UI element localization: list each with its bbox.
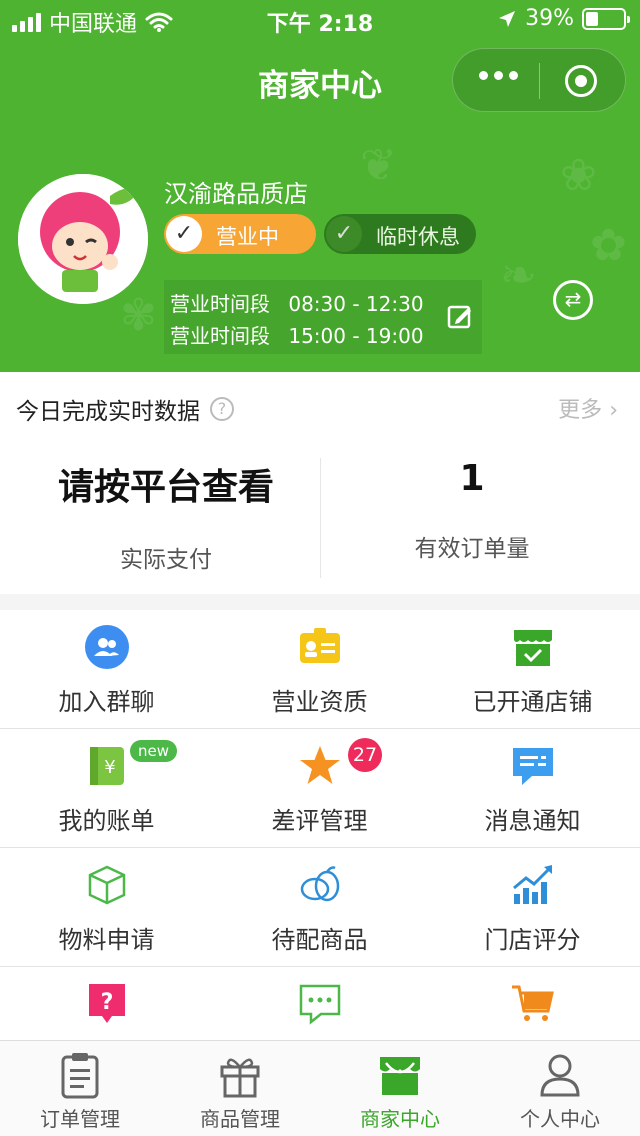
new-badge: new bbox=[130, 740, 178, 762]
more-label: 更多 bbox=[558, 398, 603, 423]
status-rest-label: 临时休息 bbox=[376, 225, 460, 249]
grid-item-bill[interactable]: ¥ 我的账单 bbox=[0, 729, 213, 847]
tab-label: 订单管理 bbox=[40, 1107, 120, 1131]
store-icon bbox=[514, 630, 552, 666]
status-open-label: 营业中 bbox=[216, 225, 279, 249]
tab-bar: 订单管理 商品管理 商家中心 个人中心 bbox=[0, 1040, 640, 1136]
svg-text:?: ? bbox=[101, 990, 114, 1015]
stat-value: 1 bbox=[459, 458, 485, 499]
hours-label: 营业时间段 bbox=[170, 292, 270, 316]
grid-item-label: 门店评分 bbox=[484, 926, 581, 954]
grid-item-group-chat[interactable]: 加入群聊 bbox=[0, 610, 213, 728]
help-icon[interactable]: ? bbox=[210, 397, 234, 421]
chevron-right-icon: › bbox=[609, 398, 618, 423]
grid-item-label: 营业资质 bbox=[271, 688, 368, 716]
grid-item-notifications[interactable]: 消息通知 bbox=[426, 729, 639, 847]
tab-products[interactable]: 商品管理 bbox=[160, 1041, 320, 1136]
star-icon bbox=[300, 746, 340, 784]
location-arrow-icon bbox=[499, 10, 516, 27]
check-icon: ✓ bbox=[326, 216, 362, 252]
box-icon bbox=[88, 865, 126, 905]
decor-leaf-icon: ❦ bbox=[360, 140, 397, 191]
store-name: 汉渝路品质店 bbox=[164, 180, 308, 208]
edit-icon[interactable] bbox=[446, 302, 474, 330]
person-icon bbox=[540, 1054, 580, 1097]
header: ❀ ❦ ✿ ❧ ✾ 中国联通 下午 2:18 39% 商家中心 汉渝路品质店 ✓… bbox=[0, 0, 640, 372]
store-avatar bbox=[18, 174, 148, 304]
tab-orders[interactable]: 订单管理 bbox=[0, 1041, 160, 1136]
tab-label: 个人中心 bbox=[520, 1107, 600, 1131]
status-bar: 中国联通 下午 2:18 39% bbox=[0, 0, 640, 40]
grid-item-label: 加入群聊 bbox=[58, 688, 155, 716]
miniprogram-capsule bbox=[452, 48, 626, 112]
decor-fruit-icon: ✿ bbox=[590, 220, 627, 271]
decor-fruit-icon: ✾ bbox=[120, 290, 157, 341]
grid-item-license[interactable]: 营业资质 bbox=[213, 610, 426, 728]
grid-item-pending-goods[interactable]: 待配商品 bbox=[213, 848, 426, 966]
stat-actual-pay: 请按平台查看 实际支付 bbox=[6, 458, 326, 574]
function-grid: 加入群聊 营业资质 已开通店铺 ¥ 我的账单 差评管理 消息通知 物料申请 待配… bbox=[0, 610, 640, 1040]
group-chat-icon bbox=[85, 625, 129, 669]
tab-profile[interactable]: 个人中心 bbox=[480, 1041, 640, 1136]
grid-item-label: 差评管理 bbox=[271, 807, 368, 835]
stat-label: 实际支付 bbox=[120, 547, 212, 573]
more-link[interactable]: 更多 › bbox=[558, 392, 618, 424]
produce-icon bbox=[300, 866, 340, 902]
shop-icon bbox=[380, 1057, 420, 1095]
stat-value: 请按平台查看 bbox=[57, 467, 274, 508]
grid-item-label: 我的账单 bbox=[58, 807, 155, 835]
cart-icon bbox=[512, 985, 554, 1021]
grid-item-label: 已开通店铺 bbox=[472, 688, 593, 716]
stat-valid-orders: 1 有效订单量 bbox=[312, 458, 632, 563]
hours-label: 营业时间段 bbox=[170, 324, 270, 348]
svg-text:¥: ¥ bbox=[104, 757, 115, 778]
tab-merchant-center[interactable]: 商家中心 bbox=[320, 1041, 480, 1136]
grid-item-store-rating[interactable]: 门店评分 bbox=[426, 848, 639, 966]
clipboard-icon bbox=[61, 1053, 99, 1099]
hours-row: 营业时间段 15:00 - 19:00 bbox=[170, 320, 424, 349]
check-icon: ✓ bbox=[166, 216, 202, 252]
status-open-toggle[interactable]: ✓ 营业中 bbox=[164, 214, 316, 254]
bad-review-count-badge: 27 bbox=[348, 738, 382, 772]
grid-item-label: 物料申请 bbox=[58, 926, 155, 954]
status-rest-toggle[interactable]: ✓ 临时休息 bbox=[324, 214, 476, 254]
grid-item-stores[interactable]: 已开通店铺 bbox=[426, 610, 639, 728]
merchant-center-page: ❀ ❦ ✿ ❧ ✾ 中国联通 下午 2:18 39% 商家中心 汉渝路品质店 ✓… bbox=[0, 0, 640, 1136]
tab-label: 商家中心 bbox=[360, 1107, 440, 1131]
realtime-data-card: 今日完成实时数据 ? 更多 › 请按平台查看 实际支付 1 有效订单量 bbox=[0, 372, 640, 594]
grid-item-materials[interactable]: 物料申请 bbox=[0, 848, 213, 966]
license-icon bbox=[300, 628, 340, 663]
decor-fruit-icon: ❀ bbox=[560, 150, 597, 201]
tab-label: 商品管理 bbox=[200, 1107, 280, 1131]
battery-icon bbox=[582, 7, 630, 30]
close-target-icon[interactable] bbox=[565, 65, 597, 97]
bill-icon: ¥ bbox=[90, 747, 124, 785]
hours-range: 08:30 - 12:30 bbox=[288, 292, 424, 316]
help-icon: ? bbox=[89, 984, 125, 1023]
more-dots-icon[interactable] bbox=[479, 71, 518, 80]
switch-store-icon[interactable]: ⇄ bbox=[553, 280, 593, 320]
stat-label: 有效订单量 bbox=[414, 536, 530, 562]
hours-range: 15:00 - 19:00 bbox=[288, 324, 424, 348]
hours-row: 营业时间段 08:30 - 12:30 bbox=[170, 288, 424, 317]
gift-icon bbox=[220, 1058, 260, 1098]
chart-icon bbox=[513, 865, 552, 904]
battery-percent: 39% bbox=[525, 6, 574, 31]
message-icon bbox=[513, 748, 553, 785]
decor-leaf-icon: ❧ bbox=[500, 250, 537, 301]
grid-item-label: 待配商品 bbox=[271, 926, 368, 954]
realtime-title: 今日完成实时数据 bbox=[16, 399, 200, 425]
grid-item-label: 消息通知 bbox=[484, 807, 581, 835]
chat-icon bbox=[299, 984, 341, 1025]
grid-item-bad-reviews[interactable]: 差评管理 bbox=[213, 729, 426, 847]
business-hours: 营业时间段 08:30 - 12:30 营业时间段 15:00 - 19:00 bbox=[164, 280, 482, 354]
